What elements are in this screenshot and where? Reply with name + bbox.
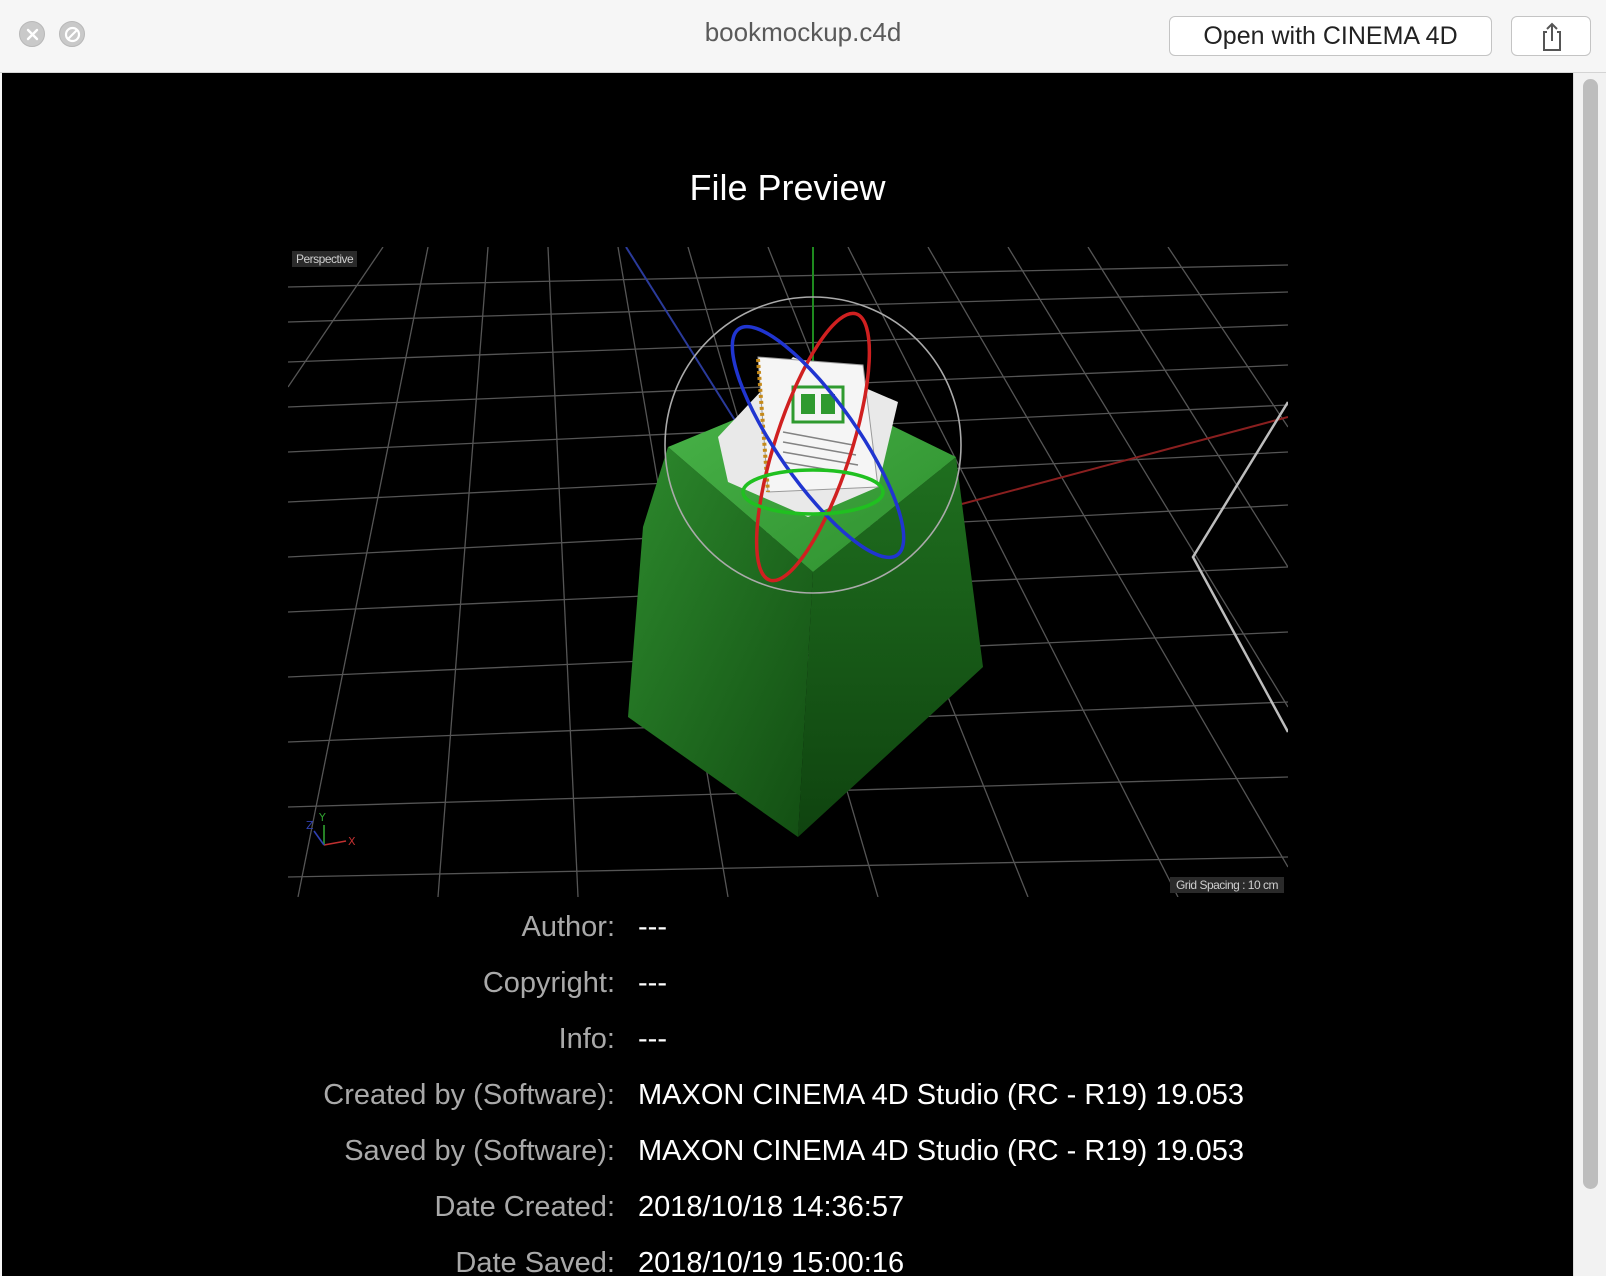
- info-row-date-created: Date Created: 2018/10/18 14:36:57: [2, 1191, 1573, 1231]
- info-label: Date Saved:: [455, 1247, 615, 1276]
- title-bar[interactable]: bookmockup.c4d Open with CINEMA 4D: [0, 0, 1606, 73]
- info-label: Copyright:: [482, 967, 615, 999]
- open-with-button[interactable]: Open with CINEMA 4D: [1169, 16, 1492, 56]
- info-label: Author:: [521, 911, 616, 943]
- scene-render: X Y Z: [288, 247, 1288, 897]
- info-row-date-saved: Date Saved: 2018/10/19 15:00:16: [2, 1247, 1573, 1276]
- quicklook-window: bookmockup.c4d Open with CINEMA 4D File …: [0, 0, 1606, 1276]
- close-button[interactable]: [19, 21, 45, 47]
- info-value: 2018/10/18 14:36:57: [638, 1191, 905, 1223]
- info-value: MAXON CINEMA 4D Studio (RC - R19) 19.053: [638, 1079, 1244, 1111]
- info-value: MAXON CINEMA 4D Studio (RC - R19) 19.053: [638, 1135, 1244, 1167]
- vertical-scrollbar[interactable]: [1573, 73, 1606, 1276]
- info-label: Info:: [558, 1023, 615, 1055]
- scrollbar-thumb[interactable]: [1583, 79, 1598, 1189]
- info-value: ---: [638, 911, 667, 943]
- info-row-copyright: Copyright: ---: [2, 967, 1573, 1007]
- info-label: Created by (Software):: [323, 1079, 615, 1111]
- preview-content[interactable]: File Preview X Y Z Perspective Grid Spac…: [2, 73, 1573, 1276]
- info-value: ---: [638, 1023, 667, 1055]
- axis-gizmo: [313, 825, 347, 846]
- fullscreen-icon: [64, 26, 81, 43]
- preview-heading: File Preview: [689, 167, 886, 208]
- viewport-perspective-label: Perspective: [292, 251, 358, 267]
- info-row-created-by: Created by (Software): MAXON CINEMA 4D S…: [2, 1079, 1573, 1119]
- info-label: Date Created:: [434, 1191, 615, 1223]
- info-value: ---: [638, 967, 667, 999]
- info-row-author: Author: ---: [2, 911, 1573, 951]
- svg-text:Y: Y: [318, 811, 326, 824]
- info-row-saved-by: Saved by (Software): MAXON CINEMA 4D Stu…: [2, 1135, 1573, 1175]
- share-icon: [1543, 22, 1561, 51]
- grid-spacing-label: Grid Spacing : 10 cm: [1169, 877, 1284, 893]
- fullscreen-button[interactable]: [59, 21, 85, 47]
- info-label: Saved by (Software):: [344, 1135, 615, 1167]
- share-button[interactable]: [1511, 16, 1591, 56]
- svg-text:Z: Z: [306, 819, 314, 832]
- 3d-viewport-preview: X Y Z Perspective Grid Spacing : 10 cm: [288, 247, 1288, 897]
- close-icon: [26, 28, 39, 41]
- svg-text:X: X: [348, 835, 356, 848]
- info-row-info: Info: ---: [2, 1023, 1573, 1063]
- info-value: 2018/10/19 15:00:16: [638, 1247, 905, 1276]
